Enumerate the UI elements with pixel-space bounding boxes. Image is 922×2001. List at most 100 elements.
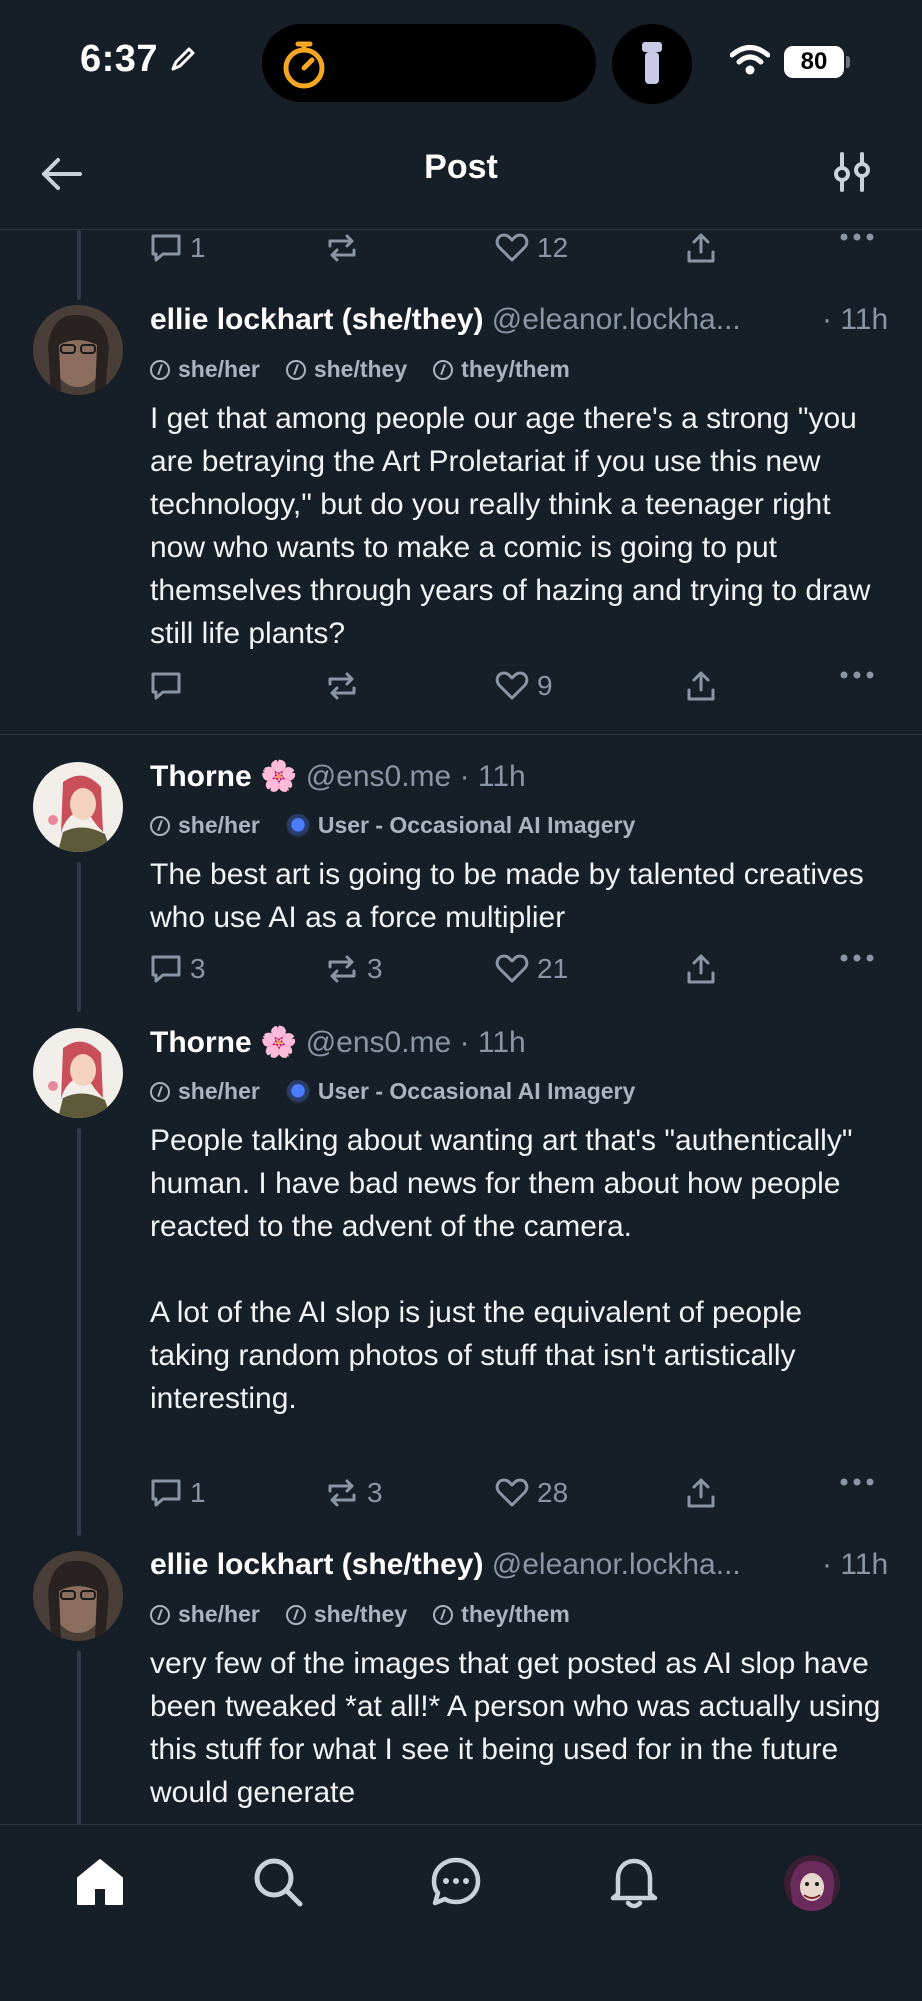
label-icon [150, 1081, 170, 1102]
action-row: 3 3 21 [150, 953, 890, 989]
page-title: Post [424, 148, 498, 186]
profile-labels: she/her she/they they/them [150, 1601, 596, 1628]
heart-icon [495, 954, 529, 983]
reply-button[interactable]: 3 [150, 953, 206, 985]
label-text: she/they [313, 1601, 408, 1627]
label-text: she/her [178, 356, 260, 382]
label-chip[interactable]: she/they [285, 1601, 408, 1628]
author-handle[interactable]: @eleanor.lockha... [492, 303, 741, 336]
heart-icon [495, 671, 529, 700]
author-name[interactable]: ellie lockhart (she/they) [150, 1548, 483, 1581]
repost-button[interactable] [325, 232, 367, 264]
author-handle[interactable]: @ens0.me [306, 1026, 452, 1059]
repost-button[interactable]: 3 [325, 953, 383, 985]
post-time: · 11h [459, 1026, 526, 1059]
avatar[interactable] [33, 305, 123, 395]
like-button[interactable]: 12 [495, 232, 568, 264]
action-row: 9 [150, 670, 890, 706]
label-chip[interactable]: she/her [150, 356, 260, 383]
label-chip[interactable]: she/they [285, 356, 408, 383]
bell-icon[interactable] [608, 1854, 660, 1910]
flashlight-indicator[interactable] [612, 24, 692, 104]
dynamic-island[interactable] [262, 24, 596, 102]
more-icon [840, 1478, 874, 1486]
label-chip[interactable]: User - Occasional AI Imagery [285, 1078, 636, 1105]
like-count: 9 [537, 670, 553, 701]
repost-count: 3 [367, 953, 383, 984]
more-icon [840, 233, 874, 241]
repost-button[interactable] [325, 670, 367, 702]
author-name[interactable]: Thorne 🌸 [150, 1026, 297, 1059]
like-button[interactable]: 9 [495, 670, 553, 702]
wifi-icon [730, 45, 770, 75]
profile-avatar[interactable] [784, 1855, 840, 1911]
avatar[interactable] [33, 1028, 123, 1118]
reply-button[interactable]: 1 [150, 232, 206, 264]
label-chip[interactable]: they/them [433, 356, 570, 383]
repost-count: 3 [367, 1477, 383, 1508]
more-options-button[interactable] [840, 232, 874, 242]
labeler-icon [285, 1079, 310, 1104]
post-header: Thorne 🌸 @ens0.me · 11h [150, 759, 526, 794]
repost-button[interactable]: 3 [325, 1477, 383, 1509]
more-options-button[interactable] [840, 670, 874, 680]
heart-icon [495, 233, 529, 262]
post-divider [0, 734, 922, 735]
label-text: User - Occasional AI Imagery [317, 1078, 636, 1104]
action-row: 1 3 28 [150, 1477, 890, 1513]
avatar[interactable] [33, 762, 123, 852]
label-icon [150, 359, 170, 380]
filter-settings-icon[interactable] [832, 152, 872, 192]
action-row: 1 12 [150, 232, 890, 268]
like-button[interactable]: 21 [495, 953, 568, 985]
more-options-button[interactable] [840, 953, 874, 963]
search-icon[interactable] [252, 1856, 304, 1908]
profile-labels: she/her User - Occasional AI Imagery [150, 1078, 661, 1105]
status-time: 6:37 [80, 38, 159, 80]
label-chip[interactable]: she/her [150, 1078, 260, 1105]
label-icon [150, 815, 170, 836]
share-button[interactable] [685, 670, 717, 702]
share-button[interactable] [685, 1477, 717, 1509]
battery-level: 80 [784, 46, 844, 78]
share-button[interactable] [685, 953, 717, 985]
author-handle[interactable]: @ens0.me [306, 760, 452, 793]
label-chip[interactable]: she/her [150, 812, 260, 839]
repost-icon [328, 234, 356, 262]
like-count: 12 [537, 232, 569, 263]
like-button[interactable]: 28 [495, 1477, 568, 1509]
label-chip[interactable]: she/her [150, 1601, 260, 1628]
chat-icon[interactable] [430, 1856, 482, 1908]
label-text: she/her [178, 812, 260, 838]
reply-count: 1 [190, 1477, 206, 1508]
timer-icon [283, 41, 325, 89]
author-name[interactable]: ellie lockhart (she/they) [150, 303, 483, 336]
reply-button[interactable]: 1 [150, 1477, 206, 1509]
label-chip[interactable]: they/them [433, 1601, 570, 1628]
flashlight-icon [642, 42, 662, 84]
label-text: she/they [313, 356, 408, 382]
author-name[interactable]: Thorne 🌸 [150, 760, 297, 793]
reply-count: 3 [190, 953, 206, 984]
thread-line [77, 1128, 81, 1536]
reply-icon [151, 1479, 181, 1507]
repost-icon [328, 1479, 356, 1507]
ellie-avatar-image [33, 1551, 123, 1641]
author-handle[interactable]: @eleanor.lockha... [492, 1548, 741, 1581]
battery-nub [846, 56, 850, 68]
reply-button[interactable] [150, 670, 190, 702]
label-text: they/them [461, 356, 570, 382]
post-text: People talking about wanting art that's … [150, 1124, 853, 1415]
share-button[interactable] [685, 232, 717, 264]
profile-avatar-image [784, 1855, 840, 1911]
reply-icon [151, 955, 181, 983]
avatar[interactable] [33, 1551, 123, 1641]
share-icon [687, 954, 715, 984]
post-text: very few of the images that get posted a… [150, 1647, 889, 1809]
more-options-button[interactable] [840, 1477, 874, 1487]
label-chip[interactable]: User - Occasional AI Imagery [285, 812, 635, 839]
post-header: ellie lockhart (she/they) @eleanor.lockh… [150, 1548, 741, 1582]
header-divider [0, 229, 922, 230]
home-icon[interactable] [74, 1856, 126, 1908]
repost-icon [328, 672, 356, 700]
